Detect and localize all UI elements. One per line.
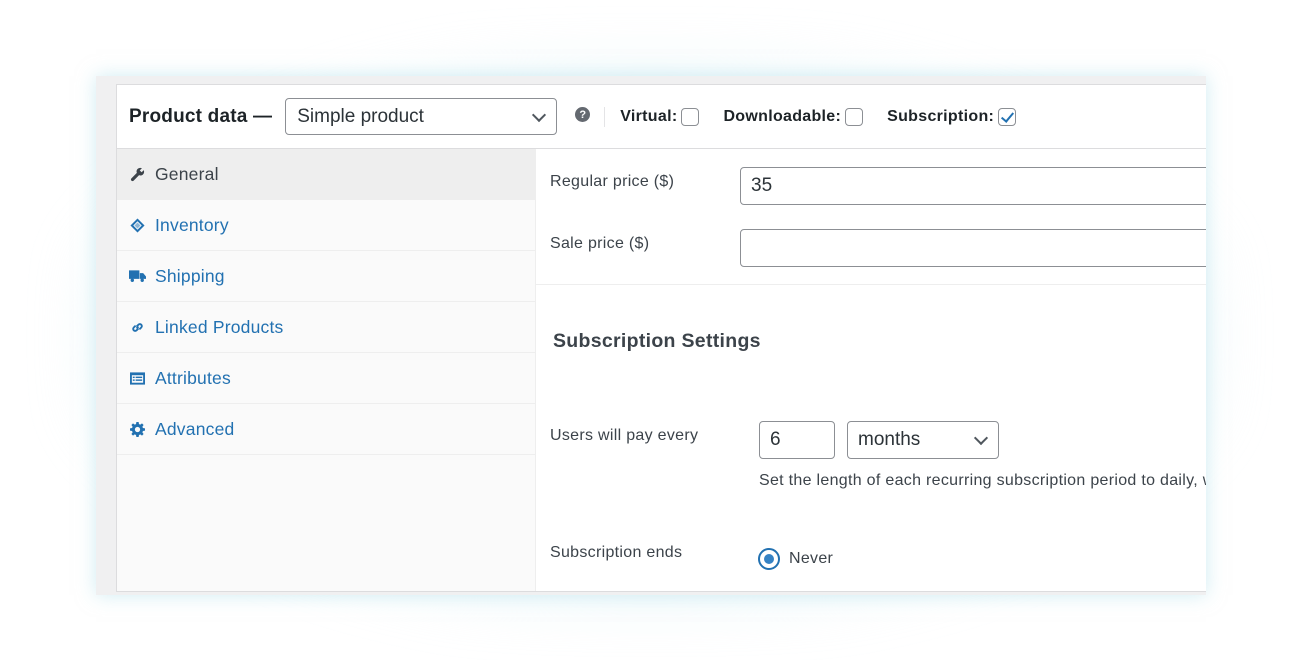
downloadable-option[interactable]: Downloadable: (723, 107, 864, 126)
link-icon (129, 320, 146, 335)
product-type-select[interactable]: Simple product (285, 98, 558, 135)
billing-interval-input[interactable]: 6 (759, 421, 835, 459)
regular-price-label: Regular price ($) (550, 173, 675, 190)
downloadable-label: Downloadable: (723, 107, 842, 125)
list-card-icon (129, 371, 146, 385)
separator (604, 106, 606, 127)
tab-linked-products[interactable]: Linked Products (117, 302, 535, 353)
tab-label: Shipping (155, 265, 225, 286)
never-radio[interactable] (758, 548, 780, 570)
tab-label: Linked Products (155, 316, 284, 337)
virtual-option[interactable]: Virtual: (620, 107, 700, 126)
regular-price-input[interactable]: 35 (740, 167, 1206, 205)
subscription-label: Subscription: (887, 107, 995, 125)
general-panel: Regular price ($) 35 Sale price ($) Subs… (536, 149, 1206, 591)
downloadable-checkbox[interactable] (845, 107, 864, 126)
tab-attributes[interactable]: Attributes (117, 353, 535, 404)
sale-price-input[interactable] (740, 229, 1206, 267)
product-type-value: Simple product (297, 105, 424, 127)
tab-label: Attributes (155, 367, 231, 388)
tab-label: Advanced (155, 418, 235, 439)
product-data-panel: Product data — Simple product ? Virtual:… (116, 84, 1206, 592)
tab-advanced[interactable]: Advanced (117, 404, 535, 455)
tag-icon (129, 217, 146, 233)
subscription-ends-never-option[interactable]: Never (758, 548, 833, 570)
billing-interval-label: Users will pay every (550, 427, 699, 444)
sale-price-label: Sale price ($) (550, 235, 650, 252)
billing-period-description: Set the length of each recurring subscri… (759, 472, 1206, 489)
panel-title: Product data — (129, 105, 273, 127)
product-data-frame: Product data — Simple product ? Virtual:… (96, 76, 1206, 595)
subscription-settings-title: Subscription Settings (553, 330, 761, 352)
virtual-checkbox[interactable] (681, 107, 700, 126)
gear-icon (129, 421, 146, 437)
tab-label: Inventory (155, 214, 229, 235)
product-data-tabs: General Inventory Shipping Linked Produc… (117, 149, 536, 591)
wrench-icon (129, 167, 146, 182)
billing-period-select[interactable]: months (847, 421, 999, 459)
subscription-option[interactable]: Subscription: (887, 107, 1017, 126)
radio-selected-dot (764, 554, 774, 564)
truck-icon (129, 269, 146, 283)
billing-period-value: months (858, 429, 921, 450)
subscription-ends-label: Subscription ends (550, 544, 683, 561)
section-divider (536, 284, 1206, 285)
subscription-checkbox[interactable] (998, 107, 1017, 126)
chevron-down-icon (973, 430, 989, 446)
chevron-down-icon (532, 107, 547, 122)
tab-general[interactable]: General (117, 149, 535, 200)
product-data-header: Product data — Simple product ? Virtual:… (117, 85, 1206, 149)
tab-label: General (155, 163, 219, 184)
virtual-label: Virtual: (620, 107, 678, 125)
tab-inventory[interactable]: Inventory (117, 200, 535, 251)
help-icon[interactable]: ? (575, 107, 591, 122)
tab-shipping[interactable]: Shipping (117, 251, 535, 302)
never-label: Never (789, 550, 834, 567)
